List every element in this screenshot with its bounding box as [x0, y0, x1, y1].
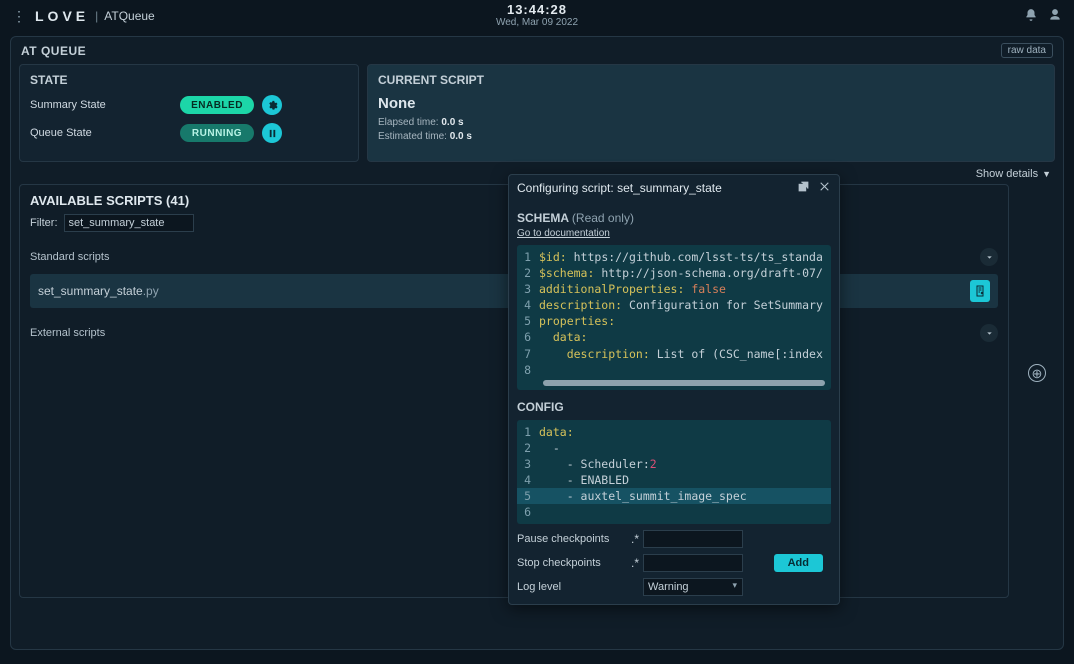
elapsed-value: 0.0 s [441, 117, 463, 128]
script-ext: .py [143, 284, 159, 298]
raw-data-button[interactable]: raw data [1001, 43, 1053, 58]
config-heading: CONFIG [517, 400, 831, 414]
schema-code-block: 1$id: https://github.com/lsst-ts/ts_stan… [517, 245, 831, 390]
dialog-title: Configuring script: set_summary_state [517, 181, 722, 195]
close-icon[interactable] [818, 180, 831, 196]
queue-state-badge: RUNNING [180, 124, 254, 142]
queue-state-label: Queue State [30, 127, 180, 139]
filter-input[interactable] [64, 214, 194, 232]
loglevel-select[interactable]: Warning [643, 578, 743, 596]
launch-script-button[interactable] [970, 280, 990, 302]
state-panel: STATE Summary State ENABLED Queue State … [19, 64, 359, 162]
gear-icon[interactable] [262, 95, 282, 115]
pause-checkpoints-label: Pause checkpoints [517, 533, 627, 545]
add-button[interactable]: Add [774, 554, 823, 572]
estimated-label: Estimated time: [378, 131, 447, 142]
summary-state-label: Summary State [30, 99, 180, 111]
panel-heading: AT QUEUE [21, 44, 86, 58]
documentation-link[interactable]: Go to documentation [517, 228, 610, 239]
summary-state-badge: ENABLED [180, 96, 254, 114]
available-scripts-heading: AVAILABLE SCRIPTS (41) [30, 193, 189, 208]
app-logo: LOVE [35, 8, 89, 24]
divider: | [95, 9, 98, 23]
chevron-down-icon [980, 324, 998, 342]
chevron-down-icon [980, 248, 998, 266]
horizontal-scrollbar[interactable] [543, 380, 825, 386]
current-script-name: None [378, 95, 1044, 112]
schema-heading: SCHEMA (Read only) [517, 211, 831, 225]
script-name: set_summary_state [38, 284, 143, 298]
stop-checkpoints-input[interactable] [643, 554, 743, 572]
current-script-panel: CURRENT SCRIPT None Elapsed time: 0.0 s … [367, 64, 1055, 162]
configure-script-dialog: Configuring script: set_summary_state SC… [508, 174, 840, 605]
state-heading: STATE [30, 73, 348, 87]
pause-checkpoints-input[interactable] [643, 530, 743, 548]
drag-handle-icon[interactable]: ⋮ [12, 8, 27, 25]
add-icon[interactable]: ⊕ [1028, 364, 1046, 382]
config-code-block[interactable]: 1data: 2 - 3 - Scheduler:2 4 - ENABLED 5… [517, 420, 831, 525]
pause-icon[interactable] [262, 123, 282, 143]
pop-out-icon[interactable] [797, 180, 810, 196]
page-title: ATQueue [104, 9, 154, 23]
estimated-value: 0.0 s [450, 131, 472, 142]
bell-icon[interactable] [1024, 8, 1038, 25]
clock-date: Wed, Mar 09 2022 [496, 17, 578, 28]
loglevel-label: Log level [517, 581, 643, 593]
user-icon[interactable] [1048, 8, 1062, 25]
current-script-heading: CURRENT SCRIPT [378, 73, 1044, 87]
clock-time: 13:44:28 [496, 2, 578, 17]
elapsed-label: Elapsed time: [378, 117, 439, 128]
filter-label: Filter: [30, 217, 58, 229]
stop-checkpoints-label: Stop checkpoints [517, 557, 627, 569]
